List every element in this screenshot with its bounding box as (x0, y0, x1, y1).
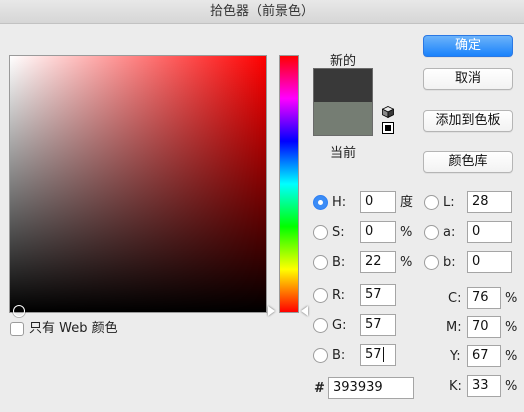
c-input[interactable]: 76 (467, 287, 501, 309)
label-a: a: (443, 225, 456, 240)
radio-s[interactable] (313, 225, 328, 240)
g-input[interactable]: 57 (360, 314, 396, 336)
web-colors-only-label: 只有 Web 颜色 (29, 321, 118, 336)
y-input[interactable]: 67 (467, 345, 501, 367)
window-title: 拾色器（前景色） (0, 0, 524, 24)
label-m: M: (446, 320, 462, 335)
ok-button[interactable]: 确定 (423, 35, 513, 57)
out-of-gamut-cube-icon[interactable] (382, 106, 394, 118)
label-b: B: (332, 255, 346, 270)
radio-h[interactable] (313, 195, 328, 210)
label-y: Y: (450, 349, 461, 364)
web-safe-square-icon[interactable] (382, 122, 394, 134)
hex-label: # (314, 381, 325, 396)
radio-g[interactable] (313, 318, 328, 333)
b-input[interactable]: 22 (360, 251, 396, 273)
rgb-b-input[interactable]: 57 (360, 344, 396, 366)
k-input[interactable]: 33 (467, 375, 501, 397)
s-input[interactable]: 0 (360, 221, 396, 243)
rgb-b-value: 57 (365, 347, 382, 362)
radio-a[interactable] (424, 225, 439, 240)
label-l: L: (443, 195, 455, 210)
new-color-swatch (314, 69, 372, 102)
new-color-label: 新的 (329, 54, 356, 69)
hex-input[interactable]: 393939 (328, 377, 414, 399)
label-c: C: (448, 291, 462, 306)
a-input[interactable]: 0 (467, 221, 512, 243)
r-input[interactable]: 57 (360, 284, 396, 306)
radio-b[interactable] (313, 255, 328, 270)
radio-r[interactable] (313, 288, 328, 303)
color-field-marker[interactable] (13, 305, 25, 317)
hue-slider-left-handle[interactable] (268, 306, 275, 316)
hue-slider[interactable] (279, 55, 299, 313)
current-color-label: 当前 (329, 146, 356, 161)
web-colors-only-checkbox[interactable] (10, 322, 24, 336)
hue-slider-right-handle[interactable] (301, 306, 308, 316)
lab-b-input[interactable]: 0 (467, 251, 512, 273)
unit-percent-m: % (505, 320, 518, 335)
label-s: S: (332, 225, 345, 240)
label-h: H: (332, 195, 347, 210)
unit-percent-y: % (505, 349, 518, 364)
label-k: K: (449, 379, 462, 394)
color-field[interactable] (9, 55, 267, 317)
label-rgb-b: B: (332, 348, 346, 363)
add-to-swatches-button[interactable]: 添加到色板 (423, 110, 513, 132)
cancel-button[interactable]: 取消 (423, 68, 513, 90)
label-g: G: (332, 318, 347, 333)
l-input[interactable]: 28 (467, 191, 512, 213)
radio-rgb-b[interactable] (313, 348, 328, 363)
unit-percent-b: % (400, 255, 413, 270)
unit-percent-c: % (505, 291, 518, 306)
color-libraries-button[interactable]: 颜色库 (423, 151, 513, 173)
h-input[interactable]: 0 (360, 191, 396, 213)
m-input[interactable]: 70 (467, 316, 501, 338)
unit-percent-k: % (505, 379, 518, 394)
unit-degrees: 度 (400, 195, 414, 210)
label-r: R: (332, 288, 346, 303)
radio-l[interactable] (424, 195, 439, 210)
color-preview (313, 68, 373, 136)
unit-percent-s: % (400, 225, 413, 240)
radio-lab-b[interactable] (424, 255, 439, 270)
current-color-swatch[interactable] (314, 102, 372, 135)
label-lab-b: b: (443, 255, 456, 270)
text-caret (382, 347, 384, 362)
